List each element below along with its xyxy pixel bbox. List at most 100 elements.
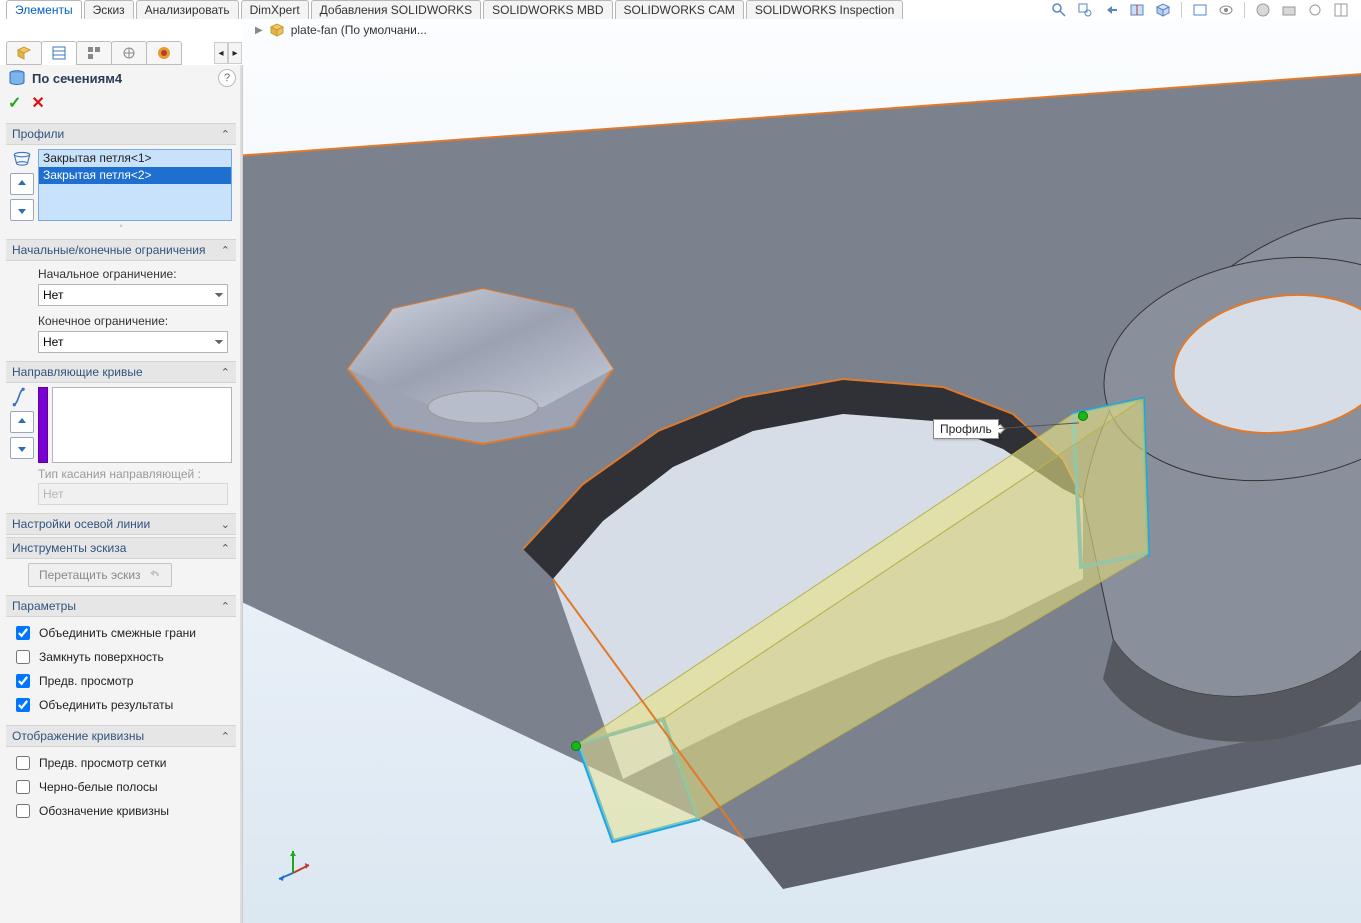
fm-tab-property-manager[interactable] (41, 41, 77, 65)
zoom-fit-icon[interactable] (1049, 1, 1069, 19)
cm-tab-inspection[interactable]: SOLIDWORKS Inspection (746, 0, 903, 19)
cm-tab-evaluate[interactable]: Анализировать (136, 0, 239, 19)
curvature-mark-label: Обозначение кривизны (39, 804, 169, 818)
display-style-icon[interactable] (1190, 1, 1210, 19)
view-settings-icon[interactable] (1305, 1, 1325, 19)
group-centerline-header[interactable]: Настройки осевой линии ⌄ (6, 513, 236, 535)
fm-tab-dimxpert-manager[interactable] (111, 41, 147, 65)
profile-callout-label: Профиль (940, 422, 992, 436)
scene-icon[interactable] (1279, 1, 1299, 19)
breadcrumb: ▶ plate-fan (По умолчани... (249, 19, 427, 41)
group-guide-curves: Направляющие кривые ⌃ Тип касания направ… (6, 361, 236, 511)
profile-move-up-button[interactable] (10, 173, 34, 195)
feature-manager-tabs: ◂ ▸ (6, 40, 242, 66)
edit-appearance-icon[interactable] (1253, 1, 1273, 19)
preview-checkbox[interactable] (16, 674, 30, 688)
fm-tab-next[interactable]: ▸ (228, 42, 242, 64)
zoom-area-icon[interactable] (1075, 1, 1095, 19)
group-constraints-header[interactable]: Начальные/конечные ограничения ⌃ (6, 239, 236, 261)
section-view-icon[interactable] (1127, 1, 1147, 19)
group-title: Настройки осевой линии (12, 517, 150, 531)
cm-tab-features[interactable]: Элементы (6, 0, 82, 19)
guide-color-bar (38, 387, 48, 463)
cm-tab-addins[interactable]: Добавления SOLIDWORKS (311, 0, 482, 19)
pm-ok-button[interactable]: ✓ (8, 93, 21, 113)
group-centerline: Настройки осевой линии ⌄ (6, 513, 236, 535)
hide-show-icon[interactable] (1216, 1, 1236, 19)
profile-label: Закрытая петля<1> (43, 151, 152, 165)
view-orientation-icon[interactable] (1153, 1, 1173, 19)
cm-tab-label: SOLIDWORKS MBD (492, 3, 603, 17)
display-pane-icon[interactable] (1331, 1, 1351, 19)
profiles-selection-icon (11, 149, 33, 169)
cm-tab-label: SOLIDWORKS CAM (624, 3, 735, 17)
group-curvature-display: Отображение кривизны ⌃ Предв. просмотр с… (6, 725, 236, 829)
merge-result-label: Объединить результаты (39, 698, 173, 712)
close-surface-label: Замкнуть поверхность (39, 650, 164, 664)
zebra-stripes-checkbox[interactable] (16, 780, 30, 794)
pm-cancel-button[interactable]: ✕ (31, 93, 44, 113)
group-curvature-display-header[interactable]: Отображение кривизны ⌃ (6, 725, 236, 747)
mesh-preview-checkbox[interactable] (16, 756, 30, 770)
merge-result-checkbox[interactable] (16, 698, 30, 712)
chevron-up-icon: ⌃ (221, 600, 230, 613)
end-constraint-select[interactable]: Нет (38, 331, 228, 353)
pm-splitter[interactable] (240, 65, 242, 923)
profile-item[interactable]: Закрытая петля<1> (39, 150, 231, 167)
start-constraint-select[interactable]: Нет (38, 284, 228, 306)
group-title: Инструменты эскиза (12, 541, 126, 555)
profile-item[interactable]: Закрытая петля<2> (39, 167, 231, 184)
curvature-mark-checkbox[interactable] (16, 804, 30, 818)
mesh-preview-label: Предв. просмотр сетки (39, 756, 167, 770)
cm-tab-label: Эскиз (93, 3, 125, 17)
guide-curves-listbox[interactable] (52, 387, 232, 463)
end-constraint-label: Конечное ограничение: (10, 312, 232, 331)
drag-sketch-button[interactable]: Перетащить эскиз (28, 563, 172, 587)
cm-tab-dimxpert[interactable]: DimXpert (241, 0, 309, 19)
profile-move-down-button[interactable] (10, 199, 34, 221)
group-title: Отображение кривизны (12, 729, 144, 743)
breadcrumb-expand-icon[interactable]: ▶ (255, 25, 263, 36)
fm-tab-display-manager[interactable] (146, 41, 182, 65)
fm-tab-configuration-manager[interactable] (76, 41, 112, 65)
listbox-resize-grip[interactable]: ◦ (10, 221, 232, 231)
profile-connector-dot[interactable] (1078, 411, 1088, 421)
separator (1181, 2, 1182, 18)
cm-tab-cam[interactable]: SOLIDWORKS CAM (615, 0, 744, 19)
part-icon (269, 22, 285, 38)
close-surface-checkbox[interactable] (16, 650, 30, 664)
cm-tab-mbd[interactable]: SOLIDWORKS MBD (483, 0, 612, 19)
loft-feature-icon (8, 69, 26, 87)
cm-tab-label: Добавления SOLIDWORKS (320, 3, 473, 17)
previous-view-icon[interactable] (1101, 1, 1121, 19)
guide-tangency-select: Нет (38, 483, 228, 505)
fm-tab-prev[interactable]: ◂ (214, 42, 228, 64)
cm-tab-label: DimXpert (250, 3, 300, 17)
pm-title-row: По сечениям4 ? (6, 65, 236, 89)
chevron-up-icon: ⌃ (221, 542, 230, 555)
part-name: plate-fan (По умолчани... (291, 23, 427, 37)
profile-callout[interactable]: Профиль (933, 419, 999, 439)
merge-faces-checkbox[interactable] (16, 626, 30, 640)
group-options: Параметры ⌃ Объединить смежные грани Зам… (6, 595, 236, 723)
chevron-up-icon: ⌃ (221, 244, 230, 257)
group-options-header[interactable]: Параметры ⌃ (6, 595, 236, 617)
group-sketch-tools-header[interactable]: Инструменты эскиза ⌃ (6, 537, 236, 559)
group-guide-curves-header[interactable]: Направляющие кривые ⌃ (6, 361, 236, 383)
3d-viewport[interactable]: Профиль (243, 19, 1361, 923)
guide-move-up-button[interactable] (10, 411, 34, 433)
group-title: Параметры (12, 599, 76, 613)
cm-tab-label: Анализировать (145, 3, 230, 17)
pm-help-button[interactable]: ? (218, 69, 236, 87)
fm-tab-feature-tree[interactable] (6, 41, 42, 65)
cm-tab-sketch[interactable]: Эскиз (84, 0, 134, 19)
guide-move-down-button[interactable] (10, 437, 34, 459)
cm-tab-label: Элементы (15, 3, 73, 17)
view-triad-icon (273, 843, 313, 883)
profile-connector-dot[interactable] (571, 741, 581, 751)
guide-tangency-label: Тип касания направляющей : (10, 463, 232, 483)
profile-label: Закрытая петля<2> (43, 168, 152, 182)
profiles-listbox[interactable]: Закрытая петля<1> Закрытая петля<2> (38, 149, 232, 221)
group-profiles-header[interactable]: Профили ⌃ (6, 123, 236, 145)
merge-faces-label: Объединить смежные грани (39, 626, 196, 640)
